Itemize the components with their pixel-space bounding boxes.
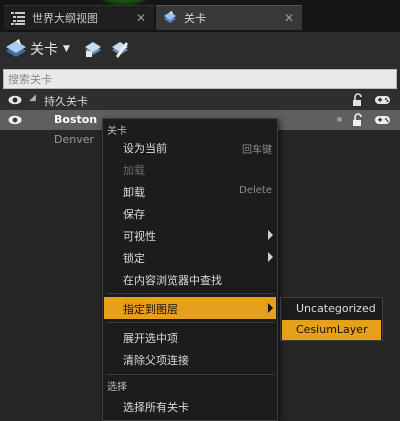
tab-levels[interactable]: 关卡 ✕: [156, 5, 302, 30]
level-name: Boston: [54, 113, 98, 126]
levels-dropdown-button[interactable]: 关卡 ▼: [5, 37, 70, 61]
menu-item-label: 指定到图层: [123, 303, 178, 316]
submenu-item-label: Uncategorized: [296, 302, 376, 315]
expand-triangle-icon[interactable]: ◢: [29, 93, 36, 103]
menu-item-label: 加载: [123, 164, 145, 177]
menu-item-label: 设为当前: [123, 142, 167, 155]
eye-icon[interactable]: [8, 95, 22, 105]
toolbar: 关卡 ▼: [0, 32, 400, 68]
menu-item-save[interactable]: 保存: [104, 202, 276, 224]
menu-item-assign-to-layer[interactable]: 指定到图层: [104, 297, 276, 319]
level-name: 持久关卡: [44, 95, 88, 108]
dirty-indicator: [337, 117, 342, 122]
tab-strip: 世界大纲视图 ✕ 关卡 ✕: [0, 0, 400, 32]
submenu-item-label: CesiumLayer: [296, 323, 368, 336]
menu-separator: [107, 322, 275, 323]
menu-section-header: 关卡: [107, 126, 127, 137]
menu-item-clear-parent-link[interactable]: 清除父项连接: [104, 348, 276, 370]
menu-item-label: 保存: [123, 208, 145, 221]
gamepad-icon[interactable]: [374, 114, 391, 126]
menu-item-label: 清除父项连接: [123, 354, 189, 367]
menu-item-find-in-content-browser[interactable]: 在内容浏览器中查找: [104, 268, 276, 290]
menu-separator: [107, 374, 275, 375]
context-menu: 关卡 设为当前 回车键 加载 卸载 Delete 保存 可视性 锁定 在内容浏览…: [102, 118, 278, 421]
menu-item-shortcut: Delete: [239, 185, 272, 196]
menu-item-label: 可视性: [123, 230, 156, 243]
submenu-arrow-icon: [268, 230, 273, 240]
search-box[interactable]: [3, 69, 397, 89]
menu-item-label: 展开选中项: [123, 332, 178, 345]
lock-icon[interactable]: [351, 113, 365, 127]
level-row-persistent[interactable]: ◢ 持久关卡: [0, 90, 400, 110]
menu-item-unload[interactable]: 卸载 Delete: [104, 180, 276, 202]
submenu-arrow-icon: [268, 252, 273, 262]
menu-item-label: 锁定: [123, 252, 145, 265]
menu-item-label: 在内容浏览器中查找: [123, 274, 222, 287]
search-input[interactable]: [4, 70, 396, 88]
menu-item-shortcut: 回车键: [242, 145, 272, 156]
levels-icon: [6, 39, 26, 57]
edit-level-icon[interactable]: [110, 39, 130, 59]
level-name: Denver: [54, 133, 95, 146]
gamepad-icon[interactable]: [374, 94, 391, 106]
menu-section-header: 选择: [107, 382, 127, 393]
menu-separator: [107, 293, 275, 294]
tab-world-outliner[interactable]: 世界大纲视图 ✕: [4, 5, 154, 30]
menu-item-expand-selected[interactable]: 展开选中项: [104, 326, 276, 348]
menu-item-visibility[interactable]: 可视性: [104, 224, 276, 246]
lock-icon[interactable]: [351, 93, 365, 107]
close-icon[interactable]: ✕: [283, 11, 295, 25]
tab-label: 世界大纲视图: [32, 12, 98, 25]
submenu-arrow-icon: [268, 303, 273, 313]
menu-item-make-current[interactable]: 设为当前 回车键: [104, 136, 276, 158]
eye-icon[interactable]: [8, 115, 22, 125]
levels-label: 关卡: [30, 42, 58, 58]
chevron-down-icon: ▼: [63, 44, 70, 54]
outliner-list-icon: [11, 12, 25, 25]
menu-item-label: 选择所有关卡: [123, 401, 189, 414]
menu-item-load[interactable]: 加载: [104, 158, 276, 180]
submenu-item-cesiumlayer[interactable]: CesiumLayer: [282, 320, 381, 340]
submenu-item-uncategorized[interactable]: Uncategorized: [282, 299, 381, 319]
add-level-icon[interactable]: [83, 39, 103, 59]
levels-icon: [164, 11, 176, 23]
menu-item-select-all-levels[interactable]: 选择所有关卡: [104, 395, 276, 417]
layer-submenu: Uncategorized CesiumLayer: [280, 297, 383, 341]
close-icon[interactable]: ✕: [135, 11, 147, 25]
menu-item-label: 卸载: [123, 186, 145, 199]
menu-item-lock[interactable]: 锁定: [104, 246, 276, 268]
tab-label: 关卡: [184, 12, 206, 25]
